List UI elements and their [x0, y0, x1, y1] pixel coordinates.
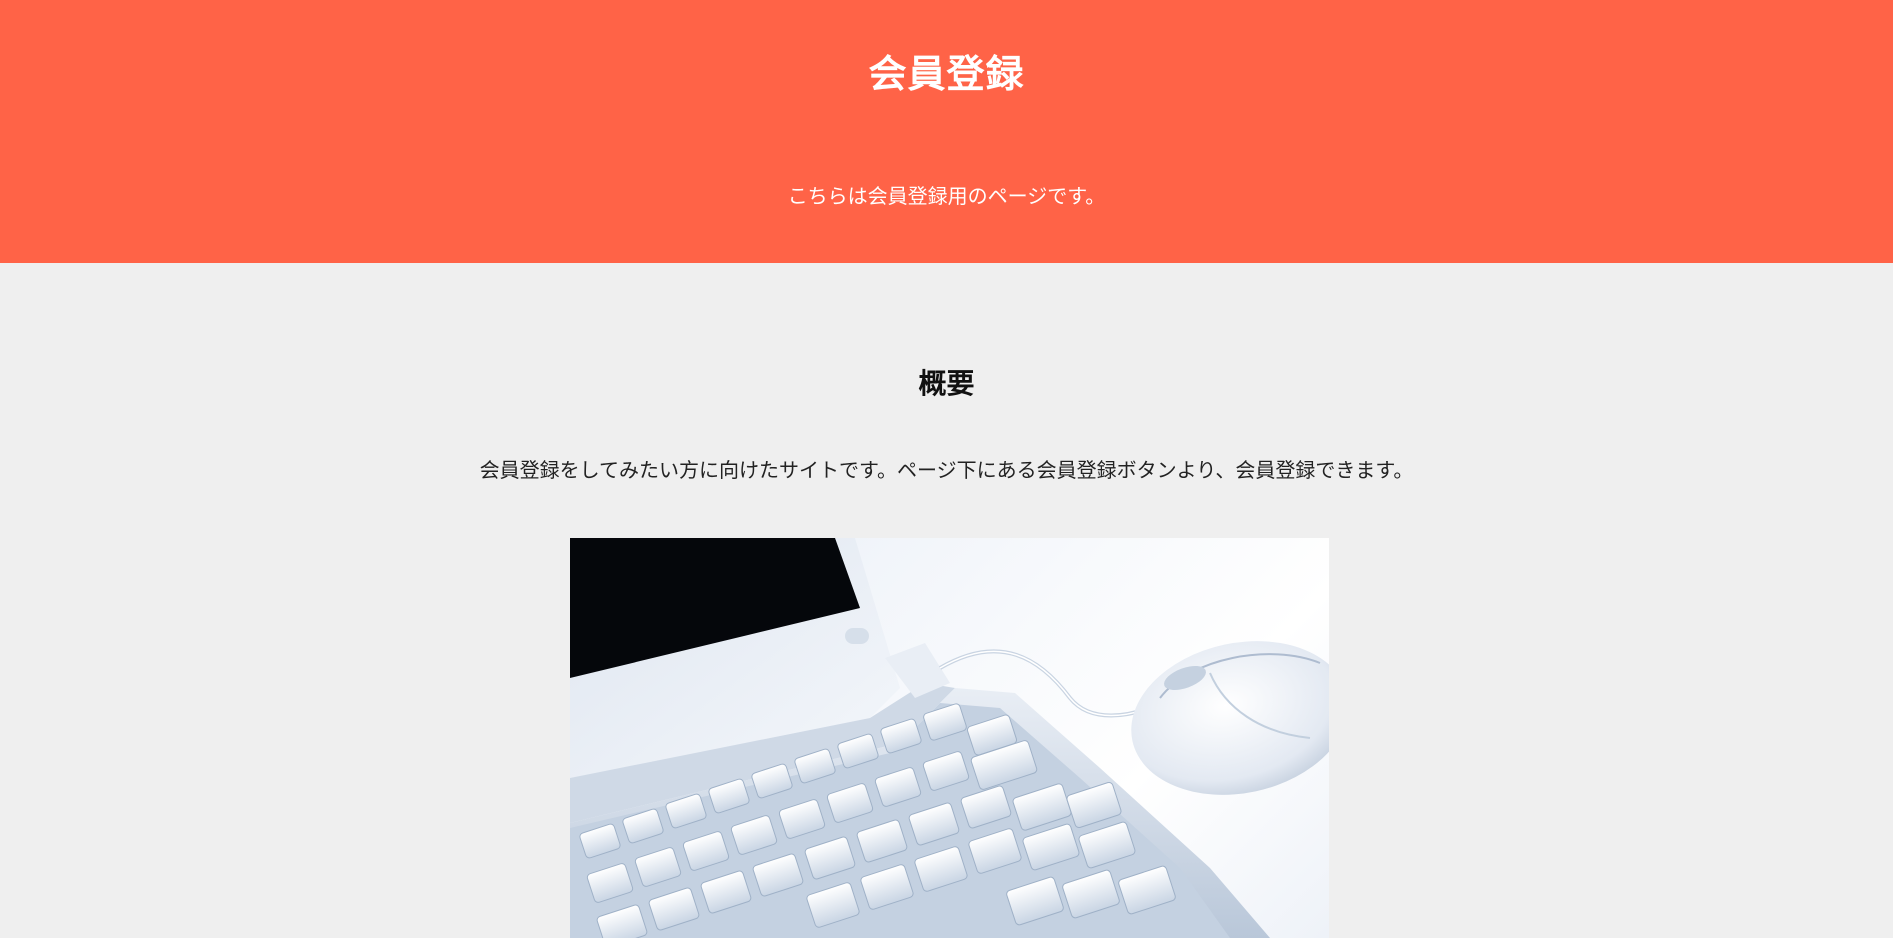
page-subtitle: こちらは会員登録用のページです。	[787, 184, 1106, 208]
page-header: 会員登録 こちらは会員登録用のページです。	[0, 0, 1893, 263]
page-title: 会員登録	[868, 52, 1025, 96]
overview-description: 会員登録をしてみたい方に向けたサイトです。ページ下にある会員登録ボタンより、会員…	[479, 458, 1414, 482]
overview-heading: 概要	[918, 367, 975, 400]
laptop-photo	[570, 538, 1329, 938]
laptop-mouse-illustration	[570, 538, 1329, 938]
